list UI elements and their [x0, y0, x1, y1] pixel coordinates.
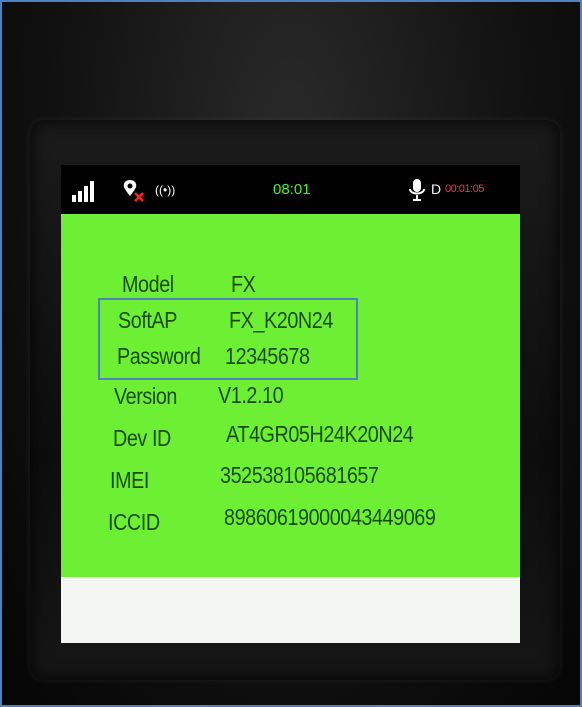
location-off-icon [123, 180, 144, 202]
iccid-label: ICCID [108, 509, 160, 535]
model-label: Model [122, 271, 174, 297]
dev-id-value: AT4GR05H24K20N24 [226, 421, 414, 447]
photo-frame: ((•)) 08:01 D 00:01:05 Model FX SoftAP F… [0, 0, 582, 707]
recording-timer: 00:01:05 [445, 183, 484, 195]
signal-bars-icon [72, 181, 94, 202]
mode-indicator: D [431, 181, 442, 197]
version-label: Version [114, 383, 177, 409]
model-value: FX [231, 271, 256, 297]
imei-value: 352538105681657 [220, 462, 379, 488]
softap-credentials-highlight [98, 298, 358, 380]
status-time: 08:01 [273, 181, 311, 198]
status-bar: ((•)) 08:01 D 00:01:05 [61, 165, 520, 214]
microphone-icon [409, 179, 425, 201]
iccid-value: 89860619000043449069 [224, 504, 436, 530]
imei-label: IMEI [110, 467, 149, 493]
dev-id-label: Dev ID [113, 425, 171, 451]
wireless-broadcast-icon: ((•)) [155, 183, 176, 197]
version-value: V1.2.10 [218, 382, 284, 408]
bottom-panel [61, 577, 520, 643]
